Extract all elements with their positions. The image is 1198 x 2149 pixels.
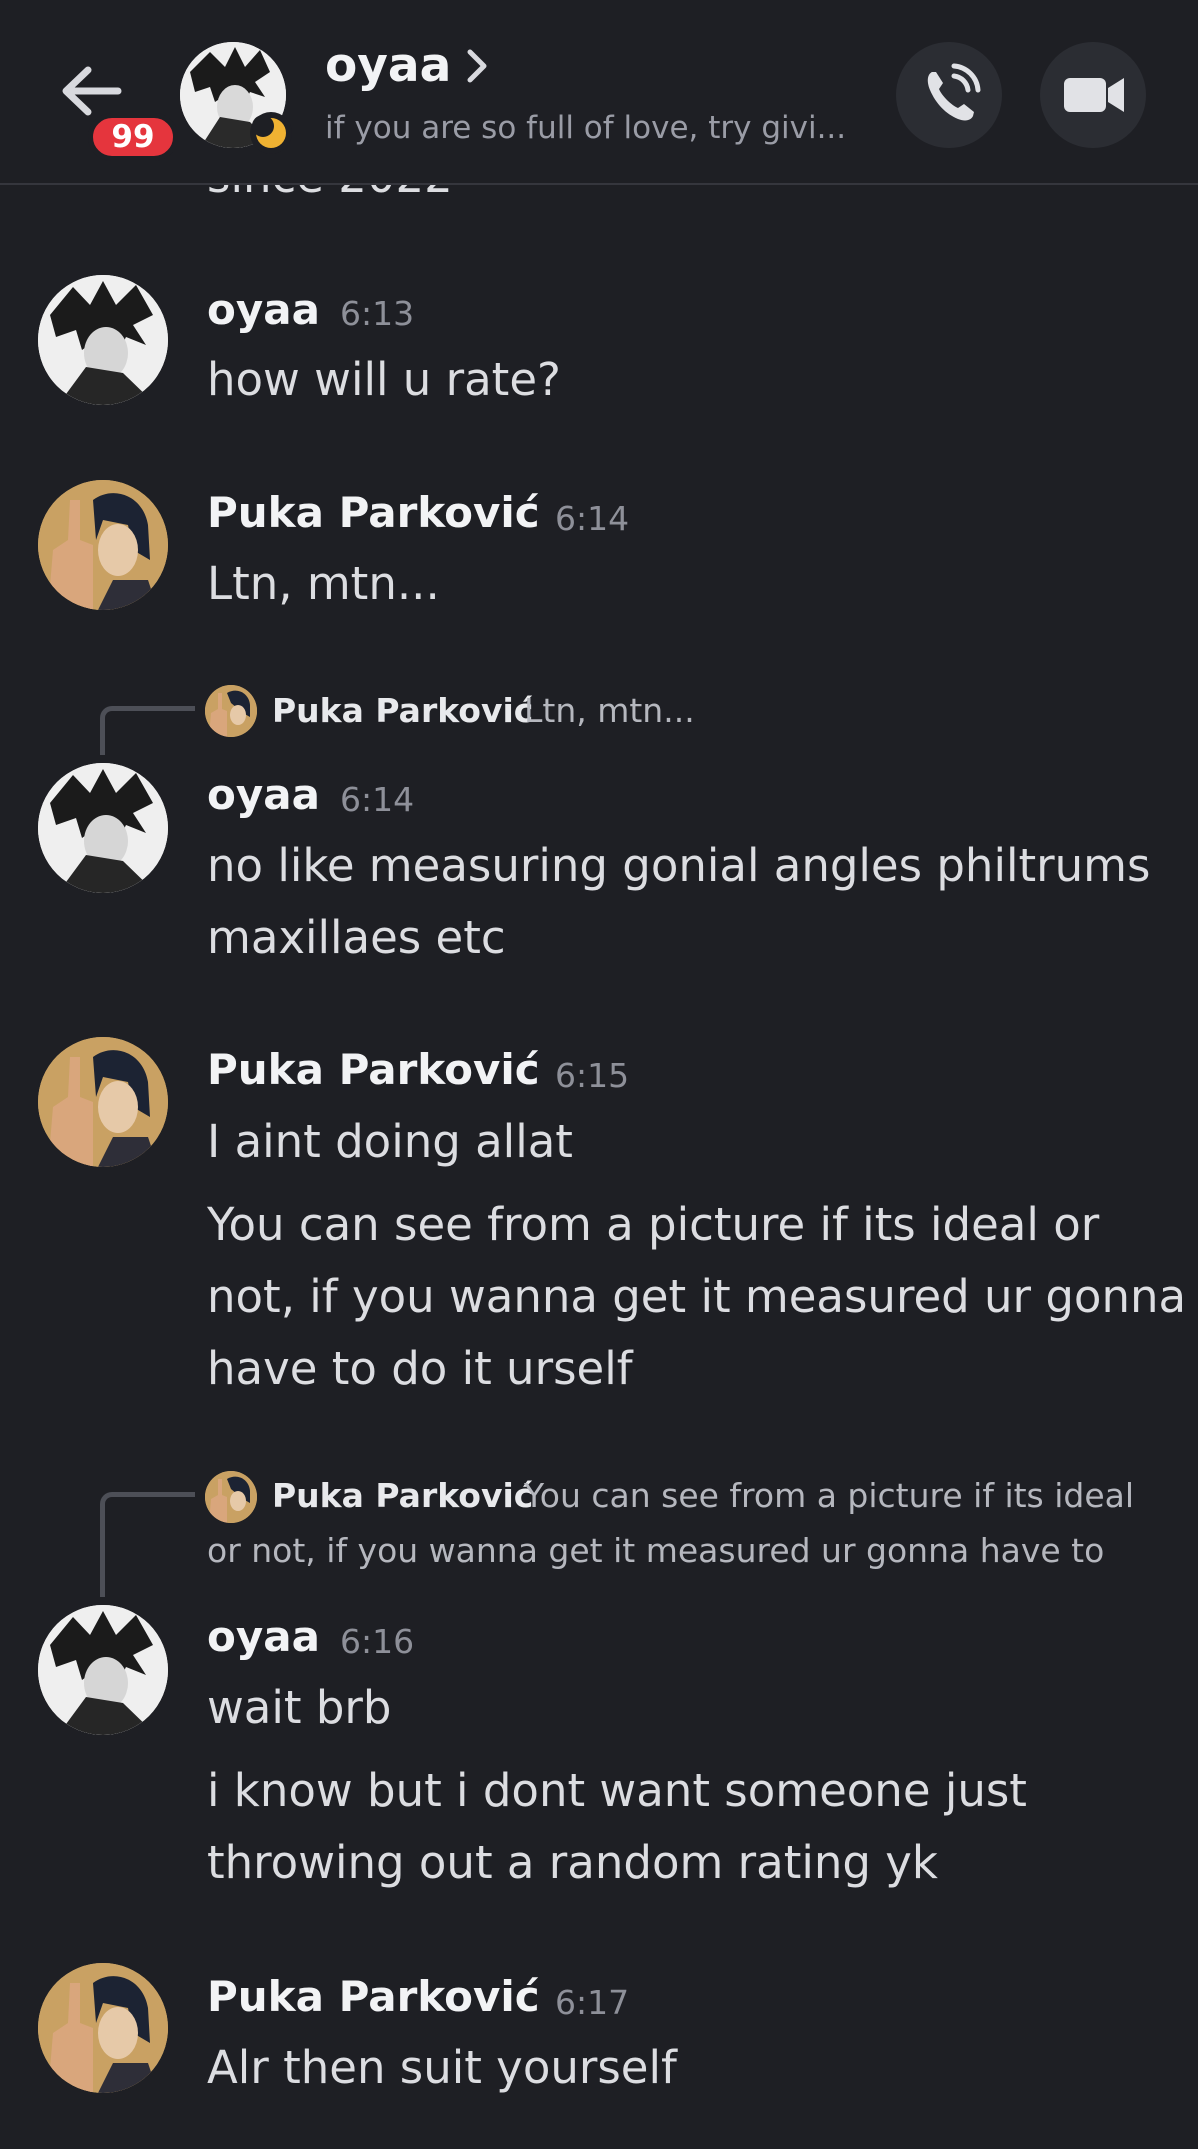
- avatar-oyaa[interactable]: [38, 275, 168, 405]
- phone-icon: [927, 63, 981, 121]
- message-text: no like measuring gonial angles philtrum…: [207, 839, 1151, 892]
- reply-preview-text[interactable]: You can see from a picture if its ideal: [524, 1476, 1134, 1515]
- video-camera-icon: [1064, 78, 1124, 112]
- reply-avatar: [205, 1471, 257, 1523]
- message-text: how will u rate?: [207, 353, 561, 406]
- message-text: I aint doing allat: [207, 1115, 573, 1168]
- message-timestamp: 6:14: [555, 499, 630, 538]
- message-author[interactable]: oyaa: [207, 1612, 320, 1661]
- video-call-button[interactable]: [1040, 42, 1146, 148]
- avatar-oyaa[interactable]: [38, 1605, 168, 1735]
- chevron-right-icon[interactable]: [465, 48, 489, 88]
- reply-author[interactable]: Puka Parković: [272, 1476, 533, 1515]
- avatar-puka-parkovic[interactable]: [38, 480, 168, 610]
- message-text: throwing out a random rating yk: [207, 1836, 938, 1889]
- back-arrow-icon[interactable]: [58, 62, 124, 120]
- avatar-oyaa[interactable]: [38, 763, 168, 893]
- message-text: not, if you wanna get it measured ur gon…: [207, 1270, 1187, 1323]
- header-username[interactable]: oyaa: [325, 38, 451, 93]
- message-author[interactable]: Puka Parković: [207, 488, 540, 537]
- message-author[interactable]: oyaa: [207, 770, 320, 819]
- reply-connector: [100, 706, 195, 755]
- reply-author[interactable]: Puka Parković: [272, 691, 533, 730]
- reply-preview-text[interactable]: Ltn, mtn...: [524, 691, 695, 730]
- message-timestamp: 6:14: [340, 780, 415, 819]
- message-timestamp: 6:16: [340, 1622, 415, 1661]
- header-status-text: if you are so full of love, try givi...: [325, 110, 847, 146]
- message-text: wait brb: [207, 1681, 392, 1734]
- message-text: have to do it urself: [207, 1342, 633, 1395]
- chat-header: 99 oyaa if you are so full of love, try …: [0, 0, 1198, 185]
- message-text: You can see from a picture if its ideal …: [207, 1198, 1100, 1251]
- message-text: Alr then suit yourself: [207, 2041, 677, 2094]
- avatar-puka-parkovic[interactable]: [38, 1037, 168, 1167]
- message-author[interactable]: Puka Parković: [207, 1972, 540, 2021]
- message-timestamp: 6:13: [340, 294, 415, 333]
- unread-count-badge: 99: [88, 113, 178, 161]
- message-timestamp: 6:17: [555, 1983, 630, 2022]
- message-text: maxillaes etc: [207, 911, 506, 964]
- voice-call-button[interactable]: [896, 42, 1002, 148]
- message-timestamp: 6:15: [555, 1056, 630, 1095]
- reply-connector: [100, 1492, 195, 1597]
- idle-status-icon: [250, 112, 292, 154]
- message-author[interactable]: Puka Parković: [207, 1045, 540, 1094]
- message-author[interactable]: oyaa: [207, 285, 320, 334]
- reply-preview-text[interactable]: or not, if you wanna get it measured ur …: [207, 1531, 1104, 1570]
- reply-avatar: [205, 685, 257, 737]
- avatar-puka-parkovic[interactable]: [38, 1963, 168, 2093]
- message-text: Ltn, mtn...: [207, 557, 440, 610]
- message-text: i know but i dont want someone just: [207, 1764, 1027, 1817]
